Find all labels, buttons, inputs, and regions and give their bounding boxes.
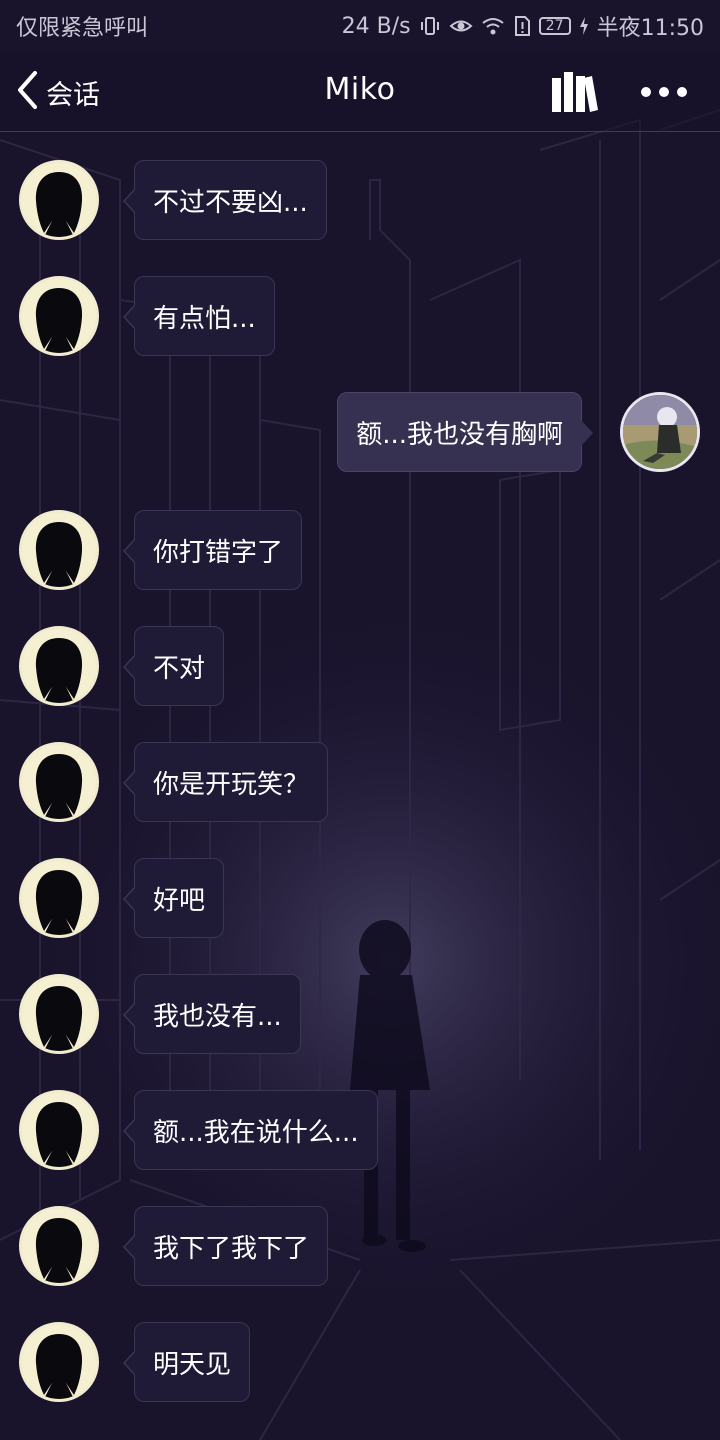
message-bubble[interactable]: 我也没有... [123,974,301,1054]
contact-avatar[interactable] [19,742,99,822]
message-row: 我下了我下了 [0,1206,720,1290]
back-button[interactable]: 会话 [16,70,100,114]
message-bubble[interactable]: 额...我在说什么... [123,1090,378,1170]
message-bubble[interactable]: 好吧 [122,858,225,938]
vibrate-icon [419,15,441,37]
contact-avatar[interactable] [19,858,99,938]
charging-icon [579,16,589,36]
status-bar: 仅限紧急呼叫 24 B/s 27 半夜11:50 [0,0,720,52]
contact-avatar[interactable] [19,160,99,240]
more-options-button[interactable] [636,74,692,110]
chevron-left-icon [16,70,38,114]
message-row: 额...我在说什么... [0,1090,720,1174]
message-bubble[interactable]: 明天见 [122,1322,251,1402]
contact-avatar[interactable] [19,1322,99,1402]
eye-icon [449,15,473,37]
clock-time: 半夜11:50 [596,16,704,41]
wifi-icon [481,15,505,37]
contact-avatar[interactable] [19,1090,99,1170]
message-row: 我也没有... [0,974,720,1058]
network-speed: 24 B/s [341,13,411,39]
message-list: 不过不要凶... 有点怕... 额...我也没有胸啊 你打错字了 不对 你是开玩… [0,132,720,1440]
contact-avatar[interactable] [19,626,99,706]
chat-header: 会话 Miko [0,52,720,132]
message-bubble-self[interactable]: 额...我也没有胸啊 [337,392,593,472]
message-bubble[interactable]: 我下了我下了 [122,1206,329,1286]
battery-level: 27 [538,17,571,35]
message-bubble[interactable]: 你是开玩笑？ [122,742,329,822]
contact-avatar[interactable] [19,1206,99,1286]
sim-alert-icon [513,15,531,37]
status-indicators: 24 B/s 27 半夜11:50 [342,10,704,42]
contact-avatar[interactable] [19,510,99,590]
message-row: 不过不要凶... [0,160,720,244]
message-row: 你打错字了 [0,510,720,594]
message-row-self: 额...我也没有胸啊 [0,392,720,476]
contact-avatar[interactable] [19,276,99,356]
message-row: 你是开玩笑？ [0,742,720,826]
library-button[interactable] [548,68,600,116]
back-label: 会话 [46,79,100,111]
user-avatar[interactable] [620,392,700,472]
chat-title: Miko [324,72,396,107]
contact-avatar[interactable] [19,974,99,1054]
message-row: 不对 [0,626,720,710]
message-row: 明天见 [0,1322,720,1406]
message-row: 有点怕... [0,276,720,360]
message-bubble[interactable]: 不对 [122,626,225,706]
message-bubble[interactable]: 你打错字了 [122,510,303,590]
more-dots-icon [636,87,692,114]
carrier-text: 仅限紧急呼叫 [16,16,149,41]
message-row: 好吧 [0,858,720,942]
message-bubble[interactable]: 不过不要凶... [123,160,327,240]
books-icon [548,72,600,120]
message-bubble[interactable]: 有点怕... [123,276,275,356]
